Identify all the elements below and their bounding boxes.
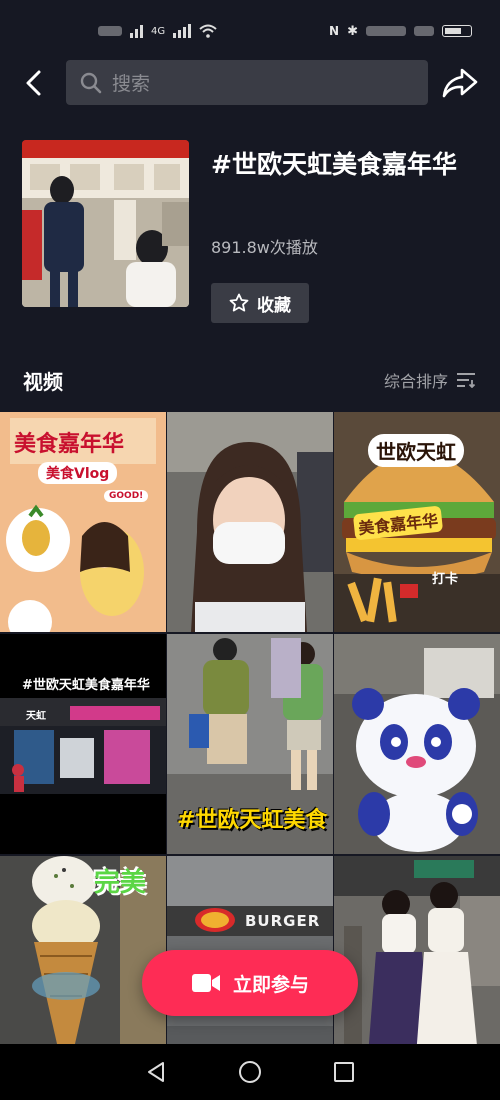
signal-icon xyxy=(130,24,143,38)
nav-back-icon[interactable] xyxy=(144,1060,168,1084)
chevron-left-icon xyxy=(26,70,41,96)
nav-recents-icon[interactable] xyxy=(332,1060,356,1084)
top-bar: 搜索 xyxy=(0,60,500,106)
tile-caption-badge: 打卡 xyxy=(432,572,459,587)
video-tile[interactable] xyxy=(334,634,500,854)
tile-caption: 世欧天虹 xyxy=(368,434,464,467)
tile-caption: #世欧天虹美食嘉年华 xyxy=(22,678,150,693)
cover-scene xyxy=(22,140,189,307)
video-tile[interactable]: 世欧天虹 美食嘉年华 打卡 xyxy=(334,412,500,632)
sort-button[interactable]: 综合排序 xyxy=(384,368,476,392)
status-icons-left xyxy=(98,26,122,36)
search-icon xyxy=(80,72,102,93)
wifi-icon xyxy=(199,24,217,38)
signal-icon-2 xyxy=(173,24,192,38)
status-blur xyxy=(366,26,406,36)
video-tile[interactable]: 完美 xyxy=(0,856,166,1044)
tile-thumbnail xyxy=(334,856,500,1044)
star-icon xyxy=(229,293,249,312)
nfc-icon: N xyxy=(329,24,340,38)
status-bar: 4G N ✱ xyxy=(0,0,500,62)
status-blur-2 xyxy=(414,26,434,36)
tile-caption-sub: 天虹 xyxy=(26,711,46,722)
tile-caption: 美食嘉年华 xyxy=(14,432,125,457)
sort-label: 综合排序 xyxy=(383,372,448,391)
tile-thumbnail xyxy=(0,634,166,854)
system-nav-bar xyxy=(0,1044,500,1100)
favorite-label: 收藏 xyxy=(257,295,291,316)
tile-caption: #世欧天虹美食 xyxy=(177,808,328,833)
share-button[interactable] xyxy=(440,64,480,102)
favorite-button[interactable]: 收藏 xyxy=(211,283,309,323)
video-camera-icon xyxy=(191,974,220,992)
status-right: N ✱ xyxy=(329,24,472,39)
video-tile[interactable] xyxy=(167,412,333,632)
topic-cover-image xyxy=(22,140,189,307)
nav-home-icon[interactable] xyxy=(237,1059,263,1085)
share-arrow-icon xyxy=(442,68,478,98)
search-input[interactable]: 搜索 xyxy=(66,60,428,105)
sort-icon xyxy=(457,373,476,388)
search-placeholder: 搜索 xyxy=(112,73,151,95)
video-tile[interactable]: #世欧天虹美食 xyxy=(167,634,333,854)
join-button-label: 立即参与 xyxy=(232,973,309,996)
network-label: 4G xyxy=(151,25,166,37)
tile-thumbnail xyxy=(167,412,333,632)
back-button[interactable] xyxy=(18,66,52,100)
video-tile[interactable] xyxy=(334,856,500,1044)
video-tile[interactable]: 美食嘉年华 美食Vlog GOOD! xyxy=(0,412,166,632)
bluetooth-icon: ✱ xyxy=(347,23,358,39)
video-tile[interactable]: #世欧天虹美食嘉年华 天虹 xyxy=(0,634,166,854)
status-left: 4G xyxy=(98,24,217,38)
tile-caption: BURGER xyxy=(245,912,321,930)
tile-thumbnail xyxy=(334,634,500,854)
join-button[interactable]: 立即参与 xyxy=(142,950,358,1016)
tile-caption-badge: GOOD! xyxy=(104,490,149,502)
topic-play-count: 891.8w次播放 xyxy=(211,238,318,257)
tile-caption-sub: 美食Vlog xyxy=(38,462,118,484)
section-title: 视频 xyxy=(23,370,63,394)
video-section-header: 视频 综合排序 xyxy=(0,362,500,398)
battery-icon xyxy=(442,25,472,37)
topic-title: #世欧天虹美食嘉年华 xyxy=(211,150,457,179)
tile-caption: 完美 xyxy=(94,868,147,898)
